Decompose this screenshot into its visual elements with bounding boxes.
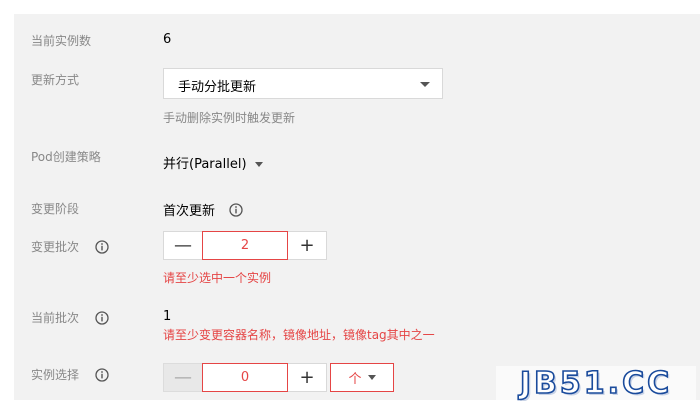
unit-select-value: 个	[348, 372, 362, 387]
current-batch-label-text: 当前批次	[31, 311, 80, 325]
change-batch-stepper: — 2 +	[163, 231, 327, 260]
change-stage-value: 首次更新	[163, 204, 216, 219]
info-icon[interactable]	[229, 202, 243, 217]
info-icon[interactable]	[95, 367, 109, 382]
change-batch-label-text: 变更批次	[31, 240, 80, 254]
current-batch-label: 当前批次	[31, 309, 109, 326]
pod-policy-value: 并行(Parallel)	[163, 157, 247, 172]
decrement-button[interactable]: —	[163, 363, 203, 392]
caret-down-icon	[367, 375, 376, 380]
current-batch-error: 请至少变更容器名称，镜像地址，镜像tag其中之一	[163, 328, 435, 342]
pod-policy-label-text: Pod创建策略	[31, 150, 101, 164]
info-icon[interactable]	[95, 310, 109, 325]
pod-policy-label: Pod创建策略	[31, 148, 101, 165]
update-mode-select[interactable]: 手动分批更新	[163, 68, 443, 99]
decrement-button[interactable]: —	[163, 231, 203, 260]
current-batch-value: 1	[163, 309, 172, 324]
change-batch-label: 变更批次	[31, 238, 109, 255]
update-mode-selected: 手动分批更新	[178, 80, 257, 95]
update-mode-label-text: 更新方式	[31, 73, 80, 87]
instance-select-label-text: 实例选择	[31, 368, 80, 382]
chevron-down-icon	[420, 82, 430, 87]
increment-button[interactable]: +	[287, 231, 327, 260]
increment-button[interactable]: +	[287, 363, 327, 392]
info-icon[interactable]	[95, 239, 109, 254]
current-instances-label-text: 当前实例数	[31, 34, 92, 48]
current-instances-value: 6	[163, 32, 172, 47]
update-mode-label: 更新方式	[31, 71, 79, 88]
change-batch-input[interactable]: 2	[202, 231, 288, 260]
change-batch-error: 请至少选中一个实例	[163, 271, 272, 285]
update-mode-hint: 手动删除实例时触发更新	[163, 111, 296, 125]
unit-select[interactable]: 个	[330, 363, 394, 392]
change-stage-label: 变更阶段	[31, 200, 79, 217]
instance-select-stepper: — 0 +	[163, 363, 327, 392]
watermark-logo: JB51.CC	[496, 365, 696, 401]
change-stage-label-text: 变更阶段	[31, 202, 80, 216]
current-instances-label: 当前实例数	[31, 32, 91, 49]
instance-select-input[interactable]: 0	[202, 363, 288, 392]
pod-policy-dropdown[interactable]: 并行(Parallel)	[163, 153, 263, 172]
instance-select-label: 实例选择	[31, 366, 109, 383]
change-stage-value-wrap: 首次更新	[163, 200, 243, 219]
caret-down-icon	[254, 162, 263, 167]
